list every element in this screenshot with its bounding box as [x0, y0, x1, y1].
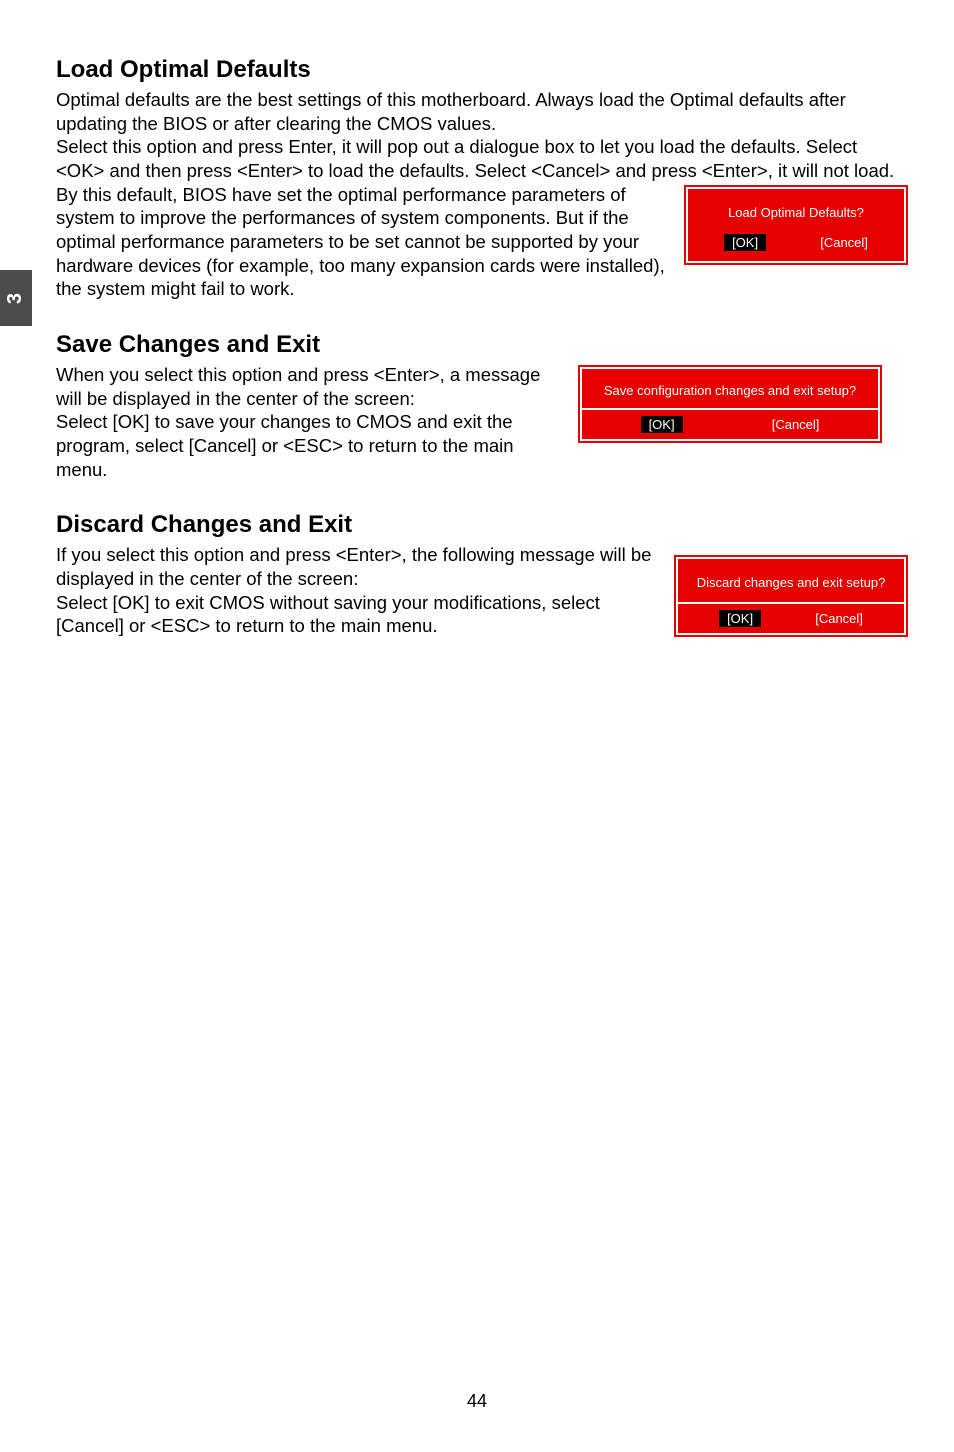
- page: 3 Load Optimal Defaults Optimal defaults…: [0, 0, 954, 1452]
- section-discard-changes-and-exit: Discard Changes and Exit If you select t…: [56, 511, 906, 638]
- side-chapter-tab: 3: [0, 270, 32, 326]
- heading-discard-changes-and-exit: Discard Changes and Exit: [56, 511, 906, 539]
- ok-button[interactable]: [OK]: [641, 416, 683, 433]
- dialog-title: Save configuration changes and exit setu…: [590, 375, 870, 408]
- load-optimal-defaults-dialog: Load Optimal Defaults? [OK] [Cancel]: [686, 187, 906, 263]
- paragraph: Select [OK] to save your changes to CMOS…: [56, 410, 568, 481]
- section-save-changes-and-exit: Save Changes and Exit When you select th…: [56, 331, 906, 481]
- ok-button[interactable]: [OK]: [724, 234, 766, 251]
- section-load-optimal-defaults: Load Optimal Defaults Optimal defaults a…: [56, 56, 906, 301]
- cancel-button[interactable]: [Cancel]: [772, 417, 820, 432]
- dialog-title: Discard changes and exit setup?: [686, 565, 896, 602]
- heading-load-optimal-defaults: Load Optimal Defaults: [56, 56, 906, 84]
- page-content: Load Optimal Defaults Optimal defaults a…: [56, 56, 906, 668]
- cancel-button[interactable]: [Cancel]: [820, 235, 868, 250]
- discard-changes-dialog: Discard changes and exit setup? [OK] [Ca…: [676, 557, 906, 635]
- ok-button[interactable]: [OK]: [719, 610, 761, 627]
- heading-save-changes-and-exit: Save Changes and Exit: [56, 331, 906, 359]
- page-number: 44: [0, 1391, 954, 1412]
- paragraph: When you select this option and press <E…: [56, 363, 568, 410]
- paragraph: Select [OK] to exit CMOS without saving …: [56, 591, 664, 638]
- side-chapter-number: 3: [5, 292, 28, 303]
- cancel-button[interactable]: [Cancel]: [815, 611, 863, 626]
- paragraph: Optimal defaults are the best settings o…: [56, 88, 906, 135]
- save-changes-dialog: Save configuration changes and exit setu…: [580, 367, 880, 441]
- paragraph: By this default, BIOS have set the optim…: [56, 183, 674, 301]
- dialog-title: Load Optimal Defaults?: [696, 195, 896, 232]
- paragraph: If you select this option and press <Ent…: [56, 543, 664, 590]
- paragraph: Select this option and press Enter, it w…: [56, 135, 906, 182]
